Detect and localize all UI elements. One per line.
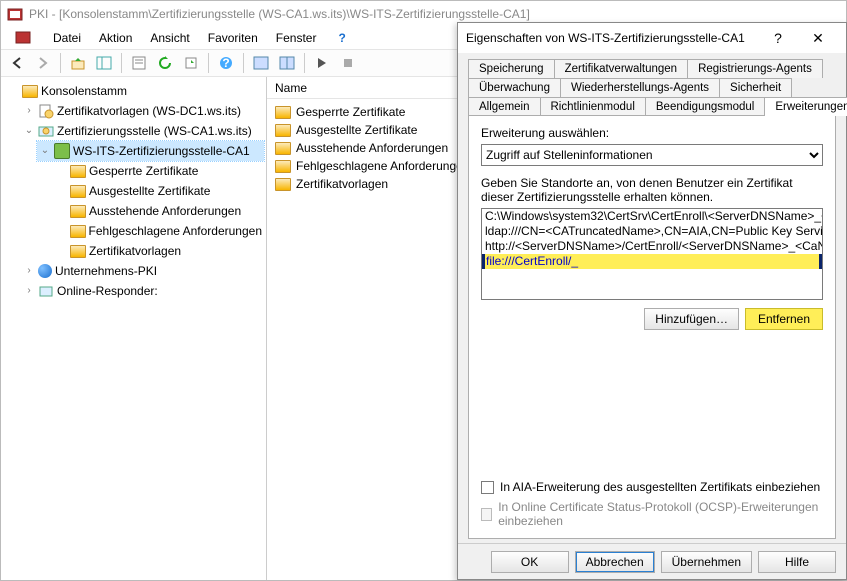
remove-location-button[interactable]: Entfernen: [745, 308, 823, 330]
tree-failed[interactable]: Fehlgeschlagene Anforderungen: [53, 221, 264, 241]
close-button[interactable]: ✕: [798, 24, 838, 52]
extension-select-label: Erweiterung auswählen:: [481, 126, 823, 140]
folder-icon: [275, 160, 291, 173]
tab-registrierungs-agents[interactable]: Registrierungs-Agents: [687, 59, 823, 78]
folder-open-icon: [22, 85, 38, 98]
location-entry[interactable]: C:\Windows\system32\CertSrv\CertEnroll\<…: [482, 209, 822, 224]
context-help-button[interactable]: ?: [758, 24, 798, 52]
extension-select[interactable]: Zugriff auf Stelleninformationen: [481, 144, 823, 166]
tree-enterprise-pki[interactable]: ›Unternehmens-PKI: [21, 261, 264, 281]
properties-icon[interactable]: [127, 52, 151, 74]
aia-checkbox[interactable]: [481, 481, 494, 494]
ocsp-checkbox-label: In Online Certificate Status-Protokoll (…: [498, 500, 823, 528]
menu-favorites[interactable]: Favoriten: [200, 29, 266, 47]
tree-ca-root[interactable]: ⌄Zertifizierungsstelle (WS-CA1.ws.its): [21, 121, 264, 141]
play-icon[interactable]: [310, 52, 334, 74]
tab-panel-extensions: Erweiterung auswählen: Zugriff auf Stell…: [468, 115, 836, 539]
tree-root[interactable]: Konsolenstamm: [5, 81, 264, 101]
tab-speicherung[interactable]: Speicherung: [468, 59, 555, 78]
export-icon[interactable]: [179, 52, 203, 74]
folder-icon: [275, 178, 291, 191]
folder-icon: [275, 124, 291, 137]
tab-erweiterungen[interactable]: Erweiterungen: [764, 97, 847, 116]
properties-dialog: Eigenschaften von WS-ITS-Zertifizierungs…: [457, 22, 847, 580]
folder-icon: [70, 205, 86, 218]
apply-button[interactable]: Übernehmen: [661, 551, 752, 573]
folder-icon: [70, 245, 86, 258]
show-hide-button[interactable]: [92, 52, 116, 74]
tab-wiederherstellungs-agents[interactable]: Wiederherstellungs-Agents: [560, 78, 720, 97]
location-entry[interactable]: ldap:///CN=<CATruncatedName>,CN=AIA,CN=P…: [482, 224, 822, 239]
folder-icon: [275, 142, 291, 155]
folder-icon: [70, 225, 86, 238]
aia-checkbox-label: In AIA-Erweiterung des ausgestellten Zer…: [500, 480, 820, 494]
locations-listbox[interactable]: C:\Windows\system32\CertSrv\CertEnroll\<…: [481, 208, 823, 300]
tree-online-responder[interactable]: ›Online-Responder:: [21, 281, 264, 301]
tree-pane[interactable]: Konsolenstamm ›Zertifikatvorlagen (WS-DC…: [1, 77, 267, 580]
svg-text:?: ?: [222, 56, 229, 70]
tab--berwachung[interactable]: Überwachung: [468, 78, 561, 97]
location-entry[interactable]: file:///CertEnroll/_: [482, 254, 822, 269]
menu-help[interactable]: ?: [330, 29, 353, 47]
globe-icon: [38, 264, 52, 278]
dialog-button-row: OK Abbrechen Übernehmen Hilfe: [458, 543, 846, 579]
ok-button[interactable]: OK: [491, 551, 569, 573]
menu-file[interactable]: Datei: [45, 29, 89, 47]
responder-icon: [38, 283, 54, 299]
tree-templates[interactable]: ›Zertifikatvorlagen (WS-DC1.ws.its): [21, 101, 264, 121]
dialog-title-bar[interactable]: Eigenschaften von WS-ITS-Zertifizierungs…: [458, 23, 846, 53]
view2-icon[interactable]: [275, 52, 299, 74]
folder-icon: [275, 106, 291, 119]
help-button[interactable]: ?: [214, 52, 238, 74]
ocsp-checkbox-row: In Online Certificate Status-Protokoll (…: [481, 500, 823, 528]
menu-action[interactable]: Aktion: [91, 29, 140, 47]
tab-sicherheit[interactable]: Sicherheit: [719, 78, 792, 97]
dialog-title: Eigenschaften von WS-ITS-Zertifizierungs…: [466, 31, 758, 45]
view1-icon[interactable]: [249, 52, 273, 74]
cert-template-icon: [38, 103, 54, 119]
help-button[interactable]: Hilfe: [758, 551, 836, 573]
ca-icon: [54, 143, 70, 159]
locations-label: Geben Sie Standorte an, von denen Benutz…: [481, 176, 823, 204]
aia-checkbox-row[interactable]: In AIA-Erweiterung des ausgestellten Zer…: [481, 480, 823, 494]
tab-beendigungsmodul[interactable]: Beendigungsmodul: [645, 97, 765, 116]
back-button[interactable]: [5, 52, 29, 74]
tree-cert-templates[interactable]: Zertifikatvorlagen: [53, 241, 264, 261]
folder-icon: [70, 185, 86, 198]
cancel-button[interactable]: Abbrechen: [575, 551, 655, 573]
location-entry[interactable]: http://<ServerDNSName>/CertEnroll/<Serve…: [482, 239, 822, 254]
tree-pending[interactable]: Ausstehende Anforderungen: [53, 201, 264, 221]
doc-app-icon: [7, 27, 39, 50]
ca-root-icon: [38, 123, 54, 139]
up-button[interactable]: [66, 52, 90, 74]
tree-ca-instance[interactable]: ⌄WS-ITS-Zertifizierungsstelle-CA1: [37, 141, 264, 161]
tree-issued[interactable]: Ausgestellte Zertifikate: [53, 181, 264, 201]
tab-richtlinienmodul[interactable]: Richtlinienmodul: [540, 97, 646, 116]
refresh-icon[interactable]: [153, 52, 177, 74]
app-icon: [7, 6, 23, 22]
tab-allgemein[interactable]: Allgemein: [468, 97, 541, 116]
tree-revoked[interactable]: Gesperrte Zertifikate: [53, 161, 264, 181]
folder-icon: [70, 165, 86, 178]
window-title: PKI - [Konsolenstamm\Zertifizierungsstel…: [29, 7, 530, 21]
ocsp-checkbox: [481, 508, 492, 521]
stop-icon[interactable]: [336, 52, 360, 74]
menu-window[interactable]: Fenster: [268, 29, 325, 47]
forward-button[interactable]: [31, 52, 55, 74]
add-location-button[interactable]: Hinzufügen…: [644, 308, 739, 330]
menu-view[interactable]: Ansicht: [142, 29, 197, 47]
tab-zertifikatverwaltungen[interactable]: Zertifikatverwaltungen: [554, 59, 689, 78]
col-name[interactable]: Name: [275, 79, 315, 97]
